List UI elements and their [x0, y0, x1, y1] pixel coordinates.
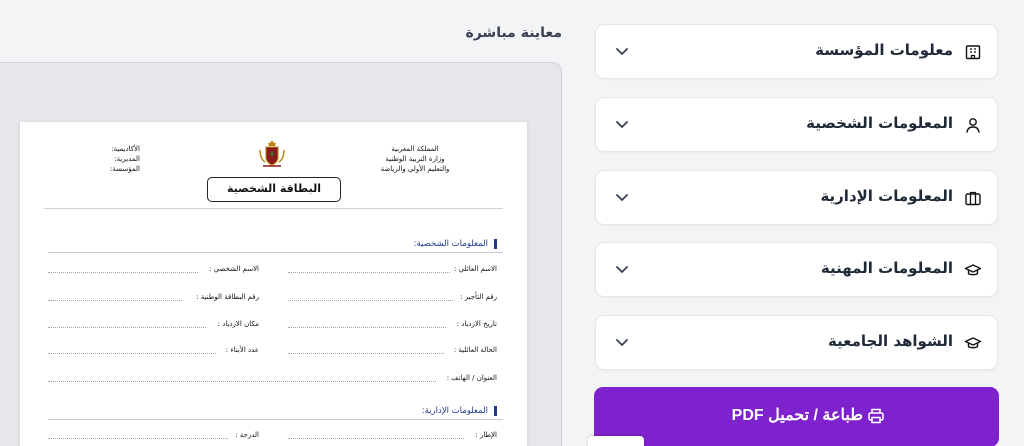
chevron-down-icon: [616, 48, 628, 55]
field-line: [48, 430, 228, 439]
briefcase-icon: [965, 191, 981, 206]
chevron-down-icon: [616, 339, 628, 346]
section-divider: [48, 419, 503, 420]
floating-tab[interactable]: [588, 436, 644, 446]
field-line: [48, 319, 206, 328]
field-line: [48, 292, 182, 301]
academy-header: الأكاديمية: المديرية: المؤسسة:: [80, 144, 140, 174]
document-page: المملكة المغربية وزارة التربية الوطنية و…: [20, 122, 527, 446]
field-staff-number: رقم التأجير :: [460, 293, 497, 301]
accordion-title: المعلومات الشخصية: [806, 114, 953, 132]
user-icon: [966, 118, 980, 133]
header-line: المؤسسة:: [110, 165, 140, 173]
header-line: وزارة التربية الوطنية: [385, 155, 445, 163]
field-line: [288, 264, 450, 273]
print-button-label: طباعة / تحميل PDF: [731, 407, 863, 424]
accordion-professional-info[interactable]: المعلومات المهنية: [595, 242, 998, 297]
field-line: [48, 345, 216, 354]
field-line: [288, 430, 464, 439]
field-line: [288, 292, 453, 301]
divider: [44, 208, 503, 209]
section-divider: [48, 252, 503, 253]
field-children: عدد الأبناء :: [225, 346, 259, 354]
header-line: الأكاديمية:: [111, 145, 140, 153]
print-pdf-button[interactable]: طباعة / تحميل PDF: [594, 387, 999, 446]
accordion-title: الشواهد الجامعية: [827, 332, 953, 350]
header-line: والتعليم الأولي والرياضة: [380, 165, 450, 173]
field-cin: رقم البطاقة الوطنية :: [196, 293, 259, 301]
accordion-university-degrees[interactable]: الشواهد الجامعية: [595, 315, 998, 370]
field-first-name: الاسم الشخصي :: [208, 265, 259, 273]
coat-of-arms-icon: [259, 141, 285, 167]
header-line: المملكة المغربية: [391, 145, 439, 153]
field-line: [288, 345, 444, 354]
personal-section-heading: المعلومات الشخصية:: [414, 239, 497, 249]
accordion-title: المعلومات المهنية: [820, 259, 953, 277]
printer-icon: [868, 408, 884, 424]
accordion-institution-info[interactable]: معلومات المؤسسة: [595, 24, 998, 79]
field-line: [288, 319, 446, 328]
admin-section-heading: المعلومات الإدارية:: [422, 406, 497, 416]
chevron-down-icon: [616, 266, 628, 273]
field-line: [48, 264, 198, 273]
graduation-cap-icon: [964, 264, 982, 276]
accordion-title: المعلومات الإدارية: [820, 187, 953, 205]
field-birth-place: مكان الازدياد :: [217, 320, 259, 328]
field-grade: الدرجة :: [235, 431, 259, 439]
accordion-admin-info[interactable]: المعلومات الإدارية: [595, 170, 998, 225]
field-line: [48, 373, 436, 382]
field-family-name: الاسم العائلي :: [454, 265, 497, 273]
building-icon: [965, 45, 981, 60]
graduation-cap-icon: [964, 337, 982, 349]
accordion-title: معلومات المؤسسة: [815, 41, 953, 59]
chevron-down-icon: [616, 194, 628, 201]
document-title: البطاقة الشخصية: [207, 177, 341, 202]
chevron-down-icon: [616, 121, 628, 128]
ministry-header: المملكة المغربية وزارة التربية الوطنية و…: [370, 144, 460, 174]
accordion-personal-info[interactable]: المعلومات الشخصية: [595, 97, 998, 152]
field-birth-date: تاريخ الازدياد :: [456, 320, 497, 328]
preview-title: معاينة مباشرة: [465, 25, 562, 41]
header-line: المديرية:: [114, 155, 140, 163]
field-address-phone: العنوان / الهاتف :: [446, 374, 497, 382]
field-marital-status: الحالة العائلية :: [453, 346, 497, 354]
field-framework: الإطار :: [475, 431, 497, 439]
